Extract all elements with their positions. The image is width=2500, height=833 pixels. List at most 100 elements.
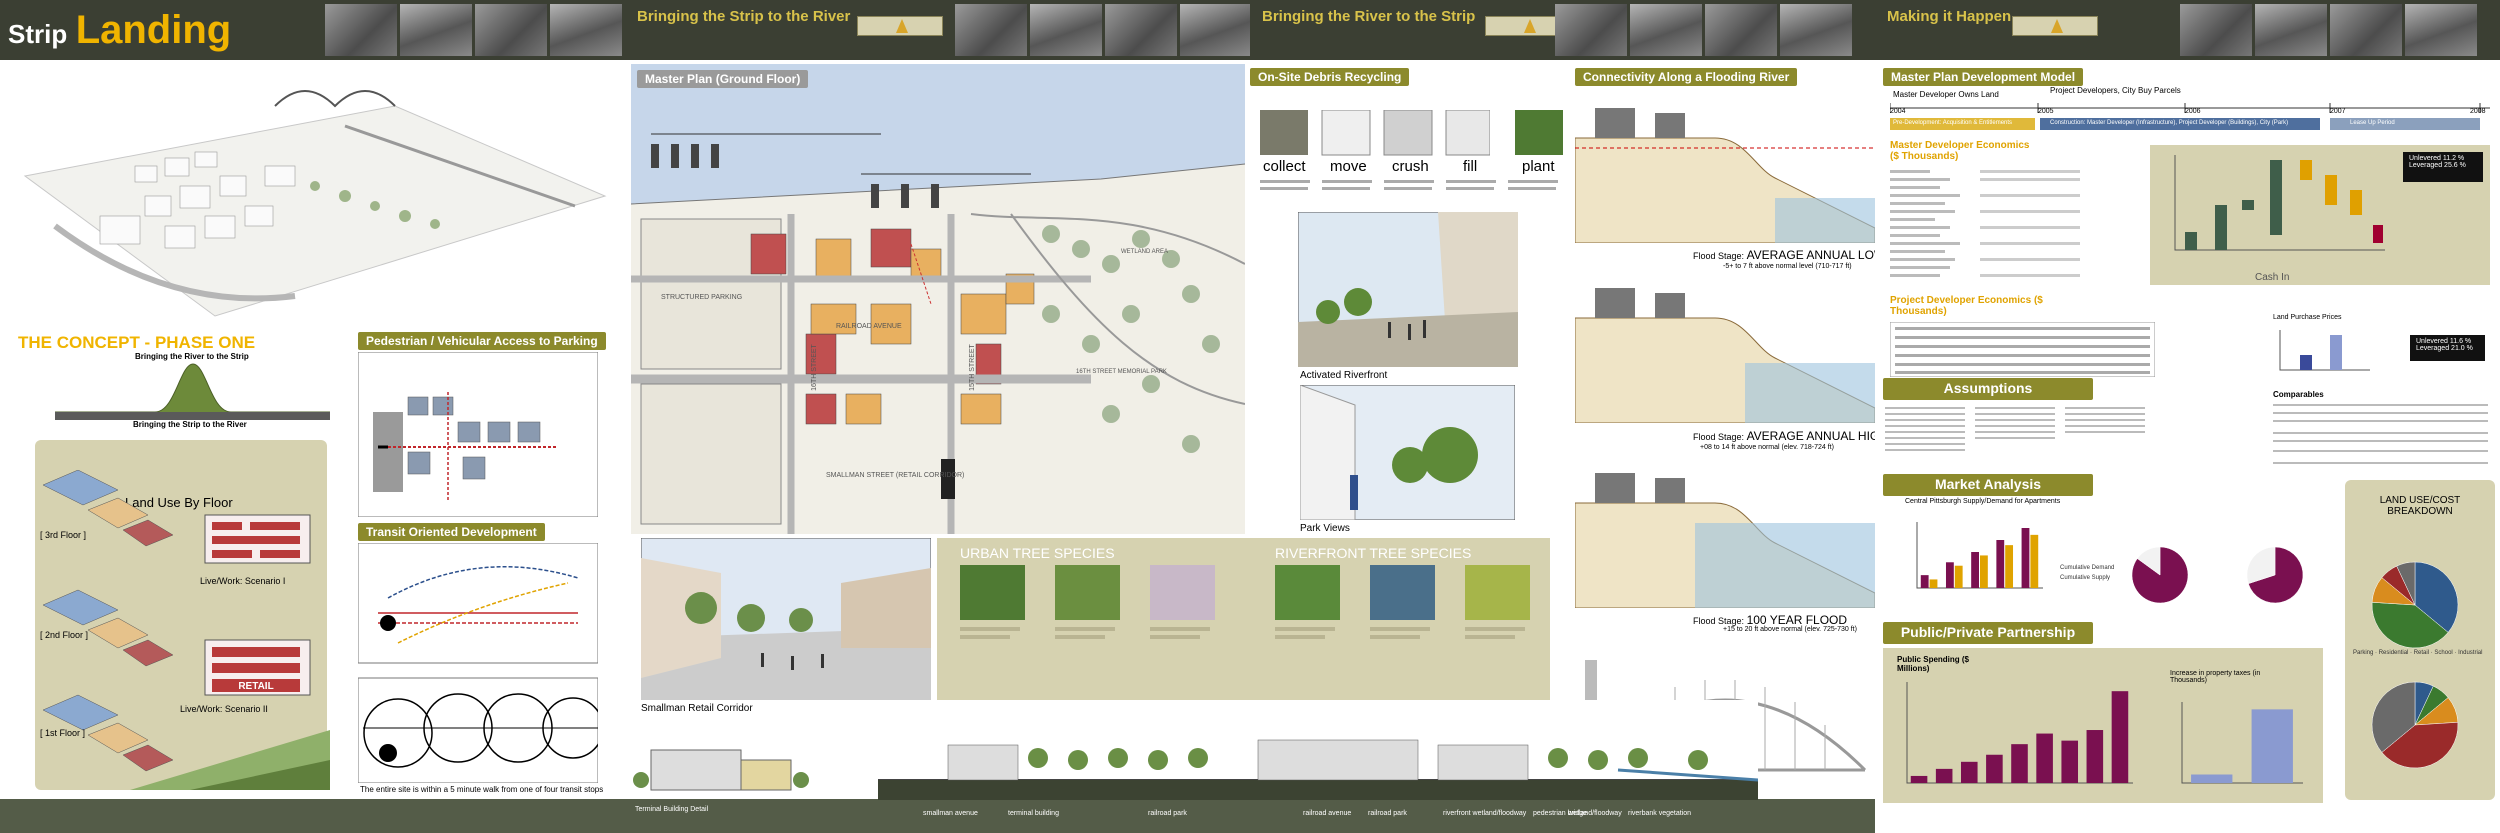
step-plant: plant <box>1522 158 1555 175</box>
floor-2-label: [ 2nd Floor ] <box>40 630 89 640</box>
bar <box>1929 579 1938 588</box>
land-price-title: Land Purchase Prices <box>2273 314 2342 321</box>
flood-100-prefix: Flood Stage: <box>1693 616 1745 626</box>
street-16th: 16TH STREET <box>810 344 818 391</box>
pie-label-retail: Retail <box>2413 650 2430 656</box>
pie-label-school: School <box>2434 650 2453 656</box>
bar <box>2111 691 2129 783</box>
bar <box>2005 545 2014 588</box>
urban-tree-photos <box>960 565 1215 639</box>
header-strip-icon <box>2012 16 2098 36</box>
memorial-park-label: 16TH STREET MEMORIAL PARK <box>1076 369 1167 375</box>
retail-absorption-pie <box>2246 546 2304 604</box>
market-legend-supply: Cumulative Supply <box>2060 575 2111 581</box>
year-2004: 2004 <box>1890 108 1906 115</box>
market-legend-demand: Cumulative Demand <box>2060 565 2115 571</box>
pie-label-parking: Parking <box>2353 650 2374 656</box>
step-fill: fill <box>1463 158 1478 175</box>
flood-high-detail: +08 to 14 ft above normal (elev. 718-724… <box>1700 444 1834 451</box>
transit-note: The entire site is within a 5 minute wal… <box>360 785 604 794</box>
pie-label-industrial: Industrial <box>2458 650 2483 656</box>
bar <box>1980 555 1988 588</box>
structured-parking-label: STRUCTURED PARKING <box>661 294 743 301</box>
wetland-label: WETLAND AREA <box>1121 249 1169 255</box>
panel-header: Making it Happen <box>1887 8 2012 25</box>
concept-diagram <box>55 363 330 420</box>
section-labels: smallman avenue terminal building railro… <box>878 810 1758 824</box>
ped-access-title: Pedestrian / Vehicular Access to Parking <box>358 332 606 350</box>
model-title: Master Plan Development Model <box>1883 68 2084 86</box>
irr-box-1: Unlevered 11.2 % Leveraged 25.6 % <box>2403 152 2483 182</box>
md-econ-table <box>1890 170 2080 277</box>
bar <box>1910 775 1928 783</box>
timeline-bar-2: Construction: Master Developer (Infrastr… <box>2050 120 2289 126</box>
flood-title: Connectivity Along a Flooding River <box>1575 68 1798 86</box>
flood-high-name: AVERAGE ANNUAL HIGH <box>1746 429 1875 443</box>
prop-tax-title: Increase in property taxes (in Thousands… <box>2170 670 2261 684</box>
flood-100-label: Flood Stage: 100 YEAR FLOOD <box>1693 613 1847 627</box>
irr2-unlevered: Unlevered 11.6 % <box>2416 338 2479 345</box>
lev-value: 25.6 % <box>2444 162 2466 169</box>
year-2007: 2007 <box>2330 108 2346 115</box>
lev2-label: Leveraged <box>2416 345 2450 352</box>
activated-caption: Activated Riverfront <box>1300 370 1388 381</box>
header-strip-icon <box>857 16 943 36</box>
concept-title: THE CONCEPT - PHASE ONE <box>18 333 256 352</box>
bar <box>2030 534 2039 588</box>
header-photos <box>2180 4 2477 56</box>
logo-landing: Landing <box>75 8 232 52</box>
flood-high-label: Flood Stage: AVERAGE ANNUAL HIGH <box>1693 429 1875 443</box>
site-section <box>878 700 1758 800</box>
landuse-cost-title: LAND USE/COST BREAKDOWN <box>2379 495 2461 517</box>
bar <box>1954 565 1963 588</box>
assumptions-title: Assumptions <box>1883 378 2093 400</box>
bar <box>2191 774 2233 783</box>
section-label-6: riverfront wetland/floodway <box>1443 810 1527 817</box>
bar <box>2061 740 2079 783</box>
scenario-2-label: Live/Work: Scenario II <box>180 704 268 714</box>
pie-label-list: Parking · Residential · Retail · School … <box>2353 650 2483 656</box>
step-crush: crush <box>1392 158 1429 175</box>
bar <box>2011 744 2028 783</box>
flood-high-prefix: Flood Stage: <box>1693 432 1745 442</box>
unlev2-label: Unlevered <box>2416 338 2448 345</box>
bar <box>1945 562 1954 588</box>
apartment-absorption-pie <box>2131 546 2189 604</box>
floor-1-label: [ 1st Floor ] <box>40 728 86 738</box>
bar <box>1920 575 1929 588</box>
bar <box>1960 761 1978 783</box>
park-views-caption: Park Views <box>1300 523 1350 534</box>
activated-riverfront-rendering <box>1298 212 1518 367</box>
cashflow-chart <box>2174 155 2385 251</box>
riverfront-tree-title: RIVERFRONT TREE SPECIES <box>1275 545 1472 561</box>
riverfront-tree-photos <box>1275 565 1530 639</box>
master-plan: Master Plan (Ground Floor) RAILROAD AVEN… <box>631 64 1245 534</box>
urban-tree-title: URBAN TREE SPECIES <box>960 545 1115 561</box>
unlev2-value: 11.6 % <box>2449 338 2472 345</box>
market-title: Market Analysis <box>1883 474 2093 496</box>
header-photos <box>955 4 1250 56</box>
dev-owns-land: Master Developer Owns Land <box>1893 90 1999 99</box>
flood-section-100yr <box>1575 463 1875 608</box>
panel-header: Bringing the Strip to the River <box>637 8 851 25</box>
logo-strip: Strip <box>8 19 68 49</box>
step-collect: collect <box>1263 158 1306 175</box>
park-views-rendering <box>1300 385 1515 520</box>
section-label-2: terminal building <box>1008 810 1059 817</box>
land-price-chart <box>2279 330 2370 371</box>
irr-leveraged: Leveraged 25.6 % <box>2409 162 2477 169</box>
irr-unlevered: Unlevered 11.2 % <box>2409 155 2477 162</box>
pd-econ-table <box>1890 322 2155 377</box>
flood-section-high <box>1575 278 1875 423</box>
scenario-1-label: Live/Work: Scenario I <box>200 576 286 586</box>
development-cost-pie <box>2371 681 2459 769</box>
ped-access-diagram <box>358 352 598 517</box>
footer-bar <box>0 799 625 833</box>
section-label-4: railroad avenue <box>1303 810 1352 817</box>
site-aerial-rendering <box>23 90 607 317</box>
panel-concept: Strip Landing THE CONCEPT - PHASE ONE Br… <box>0 0 625 833</box>
livework-scenario-2: RETAIL <box>204 639 311 696</box>
flood-section-low <box>1575 88 1875 243</box>
lev2-value: 21.0 % <box>2451 345 2473 352</box>
panel-header: Bringing the River to the Strip <box>1262 8 1476 25</box>
